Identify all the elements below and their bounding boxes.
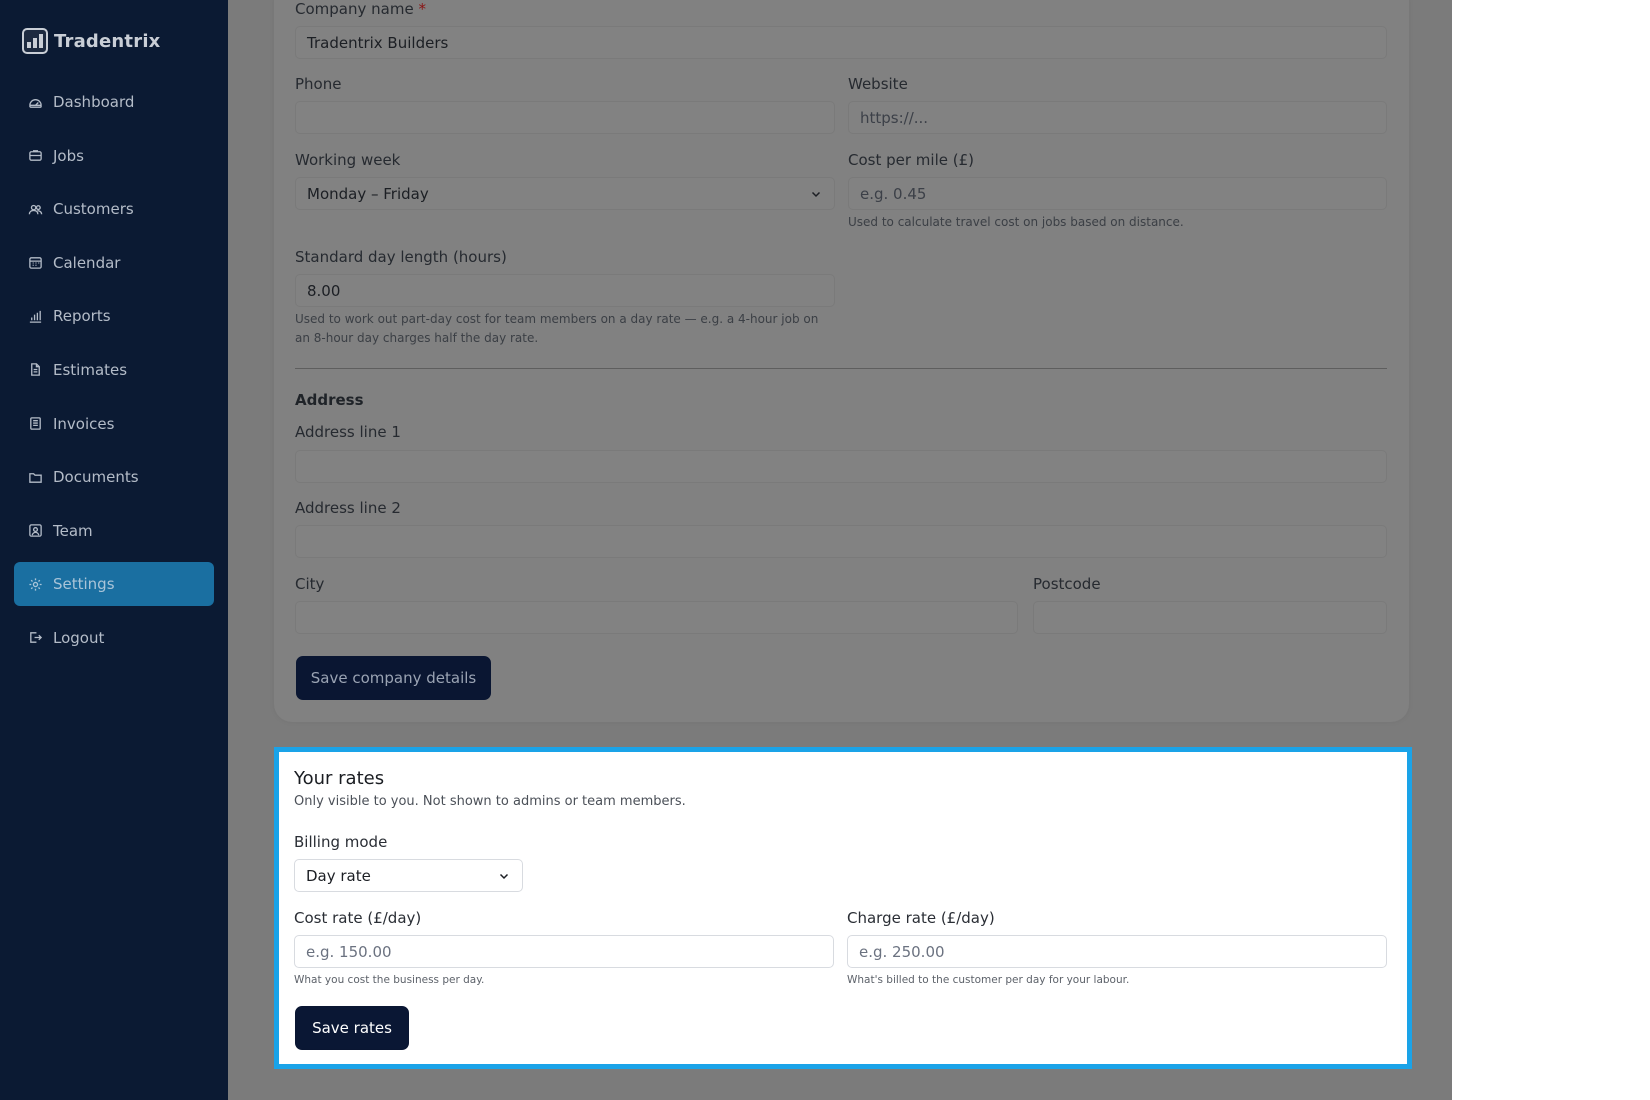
cost-rate-label: Cost rate (£/day) xyxy=(294,909,422,927)
section-divider xyxy=(295,368,1387,369)
save-rates-button[interactable]: Save rates xyxy=(295,1006,409,1050)
sidebar-item-logout[interactable]: Logout xyxy=(14,616,214,660)
sidebar-item-label: Documents xyxy=(53,468,139,487)
sidebar-item-estimates[interactable]: Estimates xyxy=(14,348,214,392)
sidebar-item-calendar[interactable]: Calendar xyxy=(14,241,214,285)
postcode-input[interactable] xyxy=(1033,601,1387,634)
sidebar-item-team[interactable]: Team xyxy=(14,509,214,553)
page-background-right xyxy=(1452,0,1650,1100)
chevron-down-icon xyxy=(811,191,821,198)
sidebar-item-reports[interactable]: Reports xyxy=(14,294,214,338)
city-label: City xyxy=(295,575,325,593)
charge-rate-label: Charge rate (£/day) xyxy=(847,909,995,927)
brand-logo[interactable]: Tradentrix xyxy=(22,28,161,54)
bar-chart-icon xyxy=(29,310,42,323)
website-label: Website xyxy=(848,75,908,93)
calendar-icon xyxy=(29,257,42,270)
gear-icon xyxy=(29,578,42,591)
billing-mode-value: Day rate xyxy=(306,866,371,885)
file-icon xyxy=(31,363,40,377)
company-name-label-text: Company name xyxy=(295,0,414,18)
logo-icon xyxy=(22,28,48,54)
billing-mode-label: Billing mode xyxy=(294,833,388,851)
logout-icon xyxy=(30,632,43,644)
sidebar-item-jobs[interactable]: Jobs xyxy=(14,134,214,178)
dashboard-icon xyxy=(29,98,42,108)
sidebar-item-label: Customers xyxy=(53,200,134,219)
working-week-label: Working week xyxy=(295,151,401,169)
your-rates-card: Your rates Only visible to you. Not show… xyxy=(274,747,1412,1069)
chevron-down-icon xyxy=(499,873,509,880)
charge-rate-help: What's billed to the customer per day fo… xyxy=(847,974,1130,986)
day-length-input[interactable]: 8.00 xyxy=(295,274,835,307)
working-week-select[interactable]: Monday – Friday xyxy=(295,177,835,210)
city-input[interactable] xyxy=(295,601,1018,634)
website-input[interactable]: https://... xyxy=(848,101,1387,134)
sidebar-item-documents[interactable]: Documents xyxy=(14,455,214,499)
day-length-help-line-1: Used to work out part-day cost for team … xyxy=(295,312,819,326)
address-line-1-label: Address line 1 xyxy=(295,423,401,441)
sidebar-item-dashboard[interactable]: Dashboard xyxy=(14,80,214,124)
billing-mode-select[interactable]: Day rate xyxy=(294,859,523,892)
cost-rate-help: What you cost the business per day. xyxy=(294,974,485,986)
phone-label: Phone xyxy=(295,75,342,93)
brand-name: Tradentrix xyxy=(54,30,161,52)
sidebar-nav: Dashboard Jobs Customers Calendar Report… xyxy=(14,80,214,670)
folder-icon xyxy=(29,472,42,483)
postcode-label: Postcode xyxy=(1033,575,1101,593)
day-length-help-line-2: an 8-hour day charges half the day rate. xyxy=(295,331,539,345)
sidebar-item-label: Logout xyxy=(53,628,105,647)
address-section-title: Address xyxy=(295,391,364,409)
team-icon xyxy=(29,524,42,538)
sidebar-item-settings[interactable]: Settings xyxy=(14,562,214,607)
users-icon xyxy=(28,204,43,214)
cost-per-mile-label: Cost per mile (£) xyxy=(848,151,974,169)
rates-subtitle: Only visible to you. Not shown to admins… xyxy=(294,794,686,809)
cost-rate-input[interactable]: e.g. 150.00 xyxy=(294,935,834,968)
company-name-label: Company name * xyxy=(295,0,426,18)
receipt-icon xyxy=(30,417,41,430)
sidebar: Tradentrix Dashboard Jobs Customers Cale… xyxy=(0,0,228,1100)
save-company-details-button[interactable]: Save company details xyxy=(296,656,491,700)
address-line-2-label: Address line 2 xyxy=(295,499,401,517)
cost-per-mile-input[interactable]: e.g. 0.45 xyxy=(848,177,1387,210)
sidebar-item-label: Invoices xyxy=(53,414,115,433)
sidebar-item-invoices[interactable]: Invoices xyxy=(14,402,214,446)
working-week-value: Monday – Friday xyxy=(307,184,429,203)
sidebar-item-label: Jobs xyxy=(53,146,84,165)
company-name-input[interactable]: Tradentrix Builders xyxy=(295,26,1387,59)
address-line-2-input[interactable] xyxy=(295,525,1387,558)
sidebar-item-label: Reports xyxy=(53,307,111,326)
phone-input[interactable] xyxy=(295,101,835,134)
sidebar-item-label: Calendar xyxy=(53,253,121,272)
sidebar-item-label: Team xyxy=(53,521,93,540)
charge-rate-input[interactable]: e.g. 250.00 xyxy=(847,935,1387,968)
briefcase-icon xyxy=(29,150,42,161)
sidebar-item-label: Estimates xyxy=(53,360,128,379)
address-line-1-input[interactable] xyxy=(295,450,1387,483)
rates-title: Your rates xyxy=(294,768,385,789)
cost-per-mile-help: Used to calculate travel cost on jobs ba… xyxy=(848,215,1184,229)
sidebar-item-label: Dashboard xyxy=(53,93,135,111)
required-marker: * xyxy=(418,0,426,18)
sidebar-item-customers[interactable]: Customers xyxy=(14,187,214,231)
day-length-label: Standard day length (hours) xyxy=(295,248,507,266)
sidebar-item-label: Settings xyxy=(53,575,115,594)
